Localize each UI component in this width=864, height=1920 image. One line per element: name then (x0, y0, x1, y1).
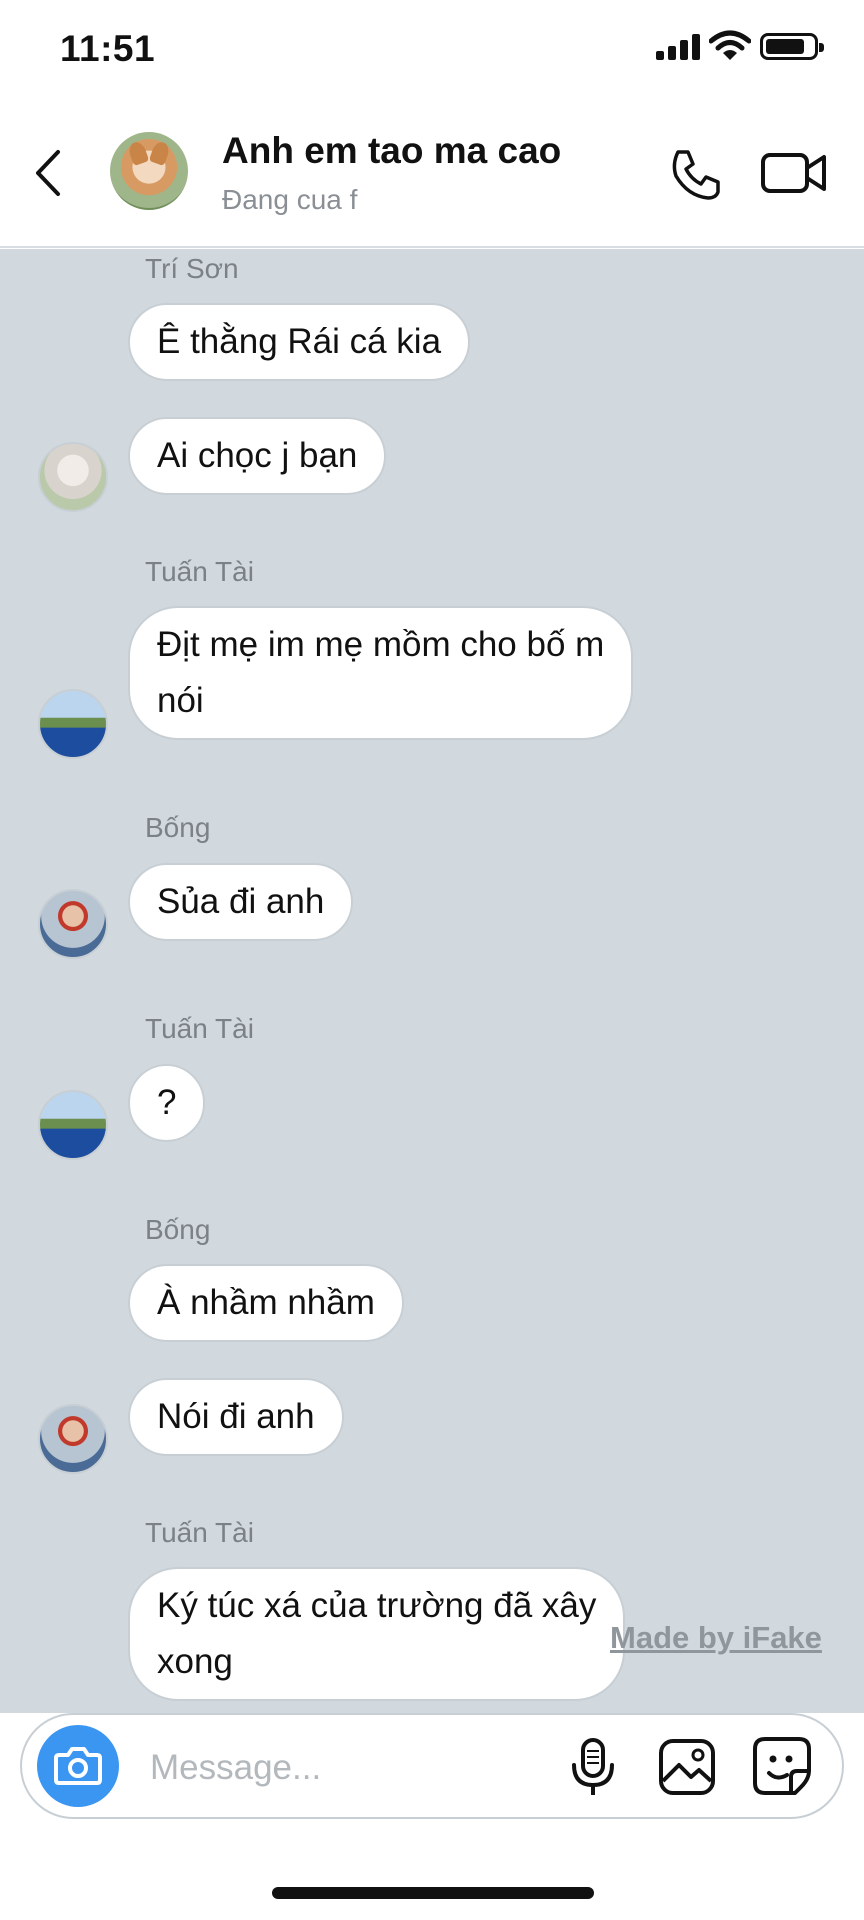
camera-icon (54, 1747, 102, 1785)
message-bubble[interactable]: Nói đi anh (128, 1378, 344, 1456)
message-bubble[interactable]: À nhầm nhầm (128, 1264, 404, 1342)
message-bubble[interactable]: ? (128, 1064, 206, 1142)
status-time: 11:51 (60, 28, 156, 69)
home-indicator[interactable] (272, 1887, 594, 1899)
message-bubble[interactable]: Ê thằng Rái cá kia (128, 303, 471, 381)
camera-button[interactable] (37, 1725, 119, 1807)
message-composer (20, 1713, 844, 1819)
phone-call-icon[interactable] (668, 146, 724, 202)
avatar[interactable] (38, 889, 108, 959)
message-bubble[interactable]: Ai chọc j bạn (128, 417, 387, 495)
sender-name: Tuấn Tài (145, 1013, 254, 1044)
sender-name: Tuấn Tài (145, 1517, 254, 1548)
sender-name: Trí Sơn (145, 253, 239, 284)
gallery-icon[interactable] (657, 1737, 717, 1797)
message-bubble[interactable]: Sủa đi anh (128, 863, 354, 941)
group-avatar[interactable] (110, 132, 188, 210)
chat-area[interactable]: Trí Sơn Ê thằng Rái cá kia Ai chọc j bạn… (0, 249, 864, 1713)
wifi-icon (709, 30, 751, 60)
avatar[interactable] (38, 1404, 108, 1474)
avatar[interactable] (38, 442, 108, 512)
status-bar: 11:51 (0, 0, 864, 100)
sender-name: Bống (145, 1214, 211, 1245)
watermark: Made by iFake (610, 1620, 822, 1655)
sticker-icon[interactable] (751, 1735, 813, 1797)
cellular-signal-icon (656, 34, 700, 60)
message-input[interactable] (150, 1740, 550, 1796)
avatar[interactable] (38, 689, 108, 759)
battery-icon (760, 33, 824, 60)
chat-header: Anh em tao ma cao Đang cua f (0, 100, 864, 248)
message-bubble[interactable]: Địt mẹ im mẹ mồm cho bố m nói (128, 606, 634, 740)
message-bubble[interactable]: Ký túc xá của trường đã xây xong (128, 1567, 626, 1701)
chat-status: Đang cua f (222, 184, 358, 215)
sender-name: Tuấn Tài (145, 556, 254, 587)
microphone-icon[interactable] (567, 1737, 619, 1799)
avatar[interactable] (38, 1090, 108, 1160)
chat-title[interactable]: Anh em tao ma cao (222, 130, 561, 172)
back-button[interactable] (30, 148, 70, 198)
video-call-icon[interactable] (760, 150, 828, 196)
sender-name: Bống (145, 812, 211, 843)
